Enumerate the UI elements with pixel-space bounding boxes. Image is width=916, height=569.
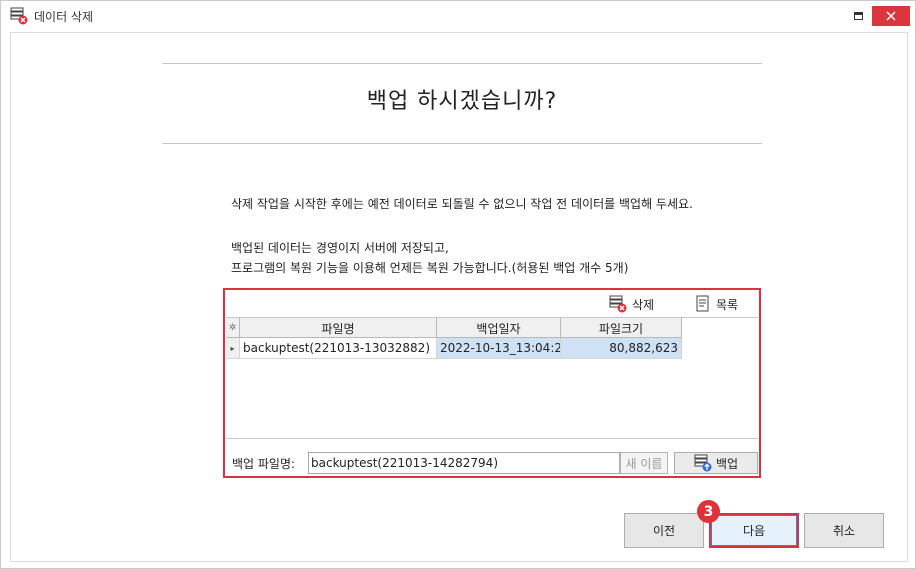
description-line-3: 프로그램의 복원 기능을 이용해 언제든 복원 가능합니다.(허용된 백업 개수… bbox=[231, 261, 629, 275]
dialog-window: 데이터 삭제 백업 하시겠습니까? 삭제 작업을 시작한 후에는 예전 데이터로… bbox=[0, 0, 916, 569]
backup-filename-label: 백업 파일명: bbox=[232, 457, 296, 471]
table-row[interactable]: ▸ backuptest(221013-13032882) 2022-10-13… bbox=[226, 338, 682, 359]
cancel-button[interactable]: 취소 bbox=[804, 513, 884, 548]
minimize-button[interactable] bbox=[847, 6, 869, 26]
list-document-icon bbox=[696, 295, 709, 312]
backup-button[interactable]: 백업 bbox=[674, 452, 758, 474]
cell-date[interactable]: 2022-10-13_13:04:29 bbox=[437, 338, 561, 358]
database-delete-icon bbox=[10, 7, 28, 25]
grid-corner: ✲ bbox=[226, 318, 240, 338]
database-upload-icon bbox=[694, 454, 712, 472]
backup-filename-input[interactable] bbox=[308, 452, 620, 474]
next-button-label: 다음 bbox=[711, 515, 797, 546]
row-indicator: ▸ bbox=[226, 338, 240, 358]
backup-list-button[interactable]: 목록 bbox=[695, 293, 738, 315]
next-button[interactable]: 다음 bbox=[709, 513, 799, 548]
divider-top bbox=[162, 63, 762, 64]
step-badge: 3 bbox=[697, 500, 720, 523]
minimize-icon bbox=[853, 12, 863, 20]
title-bar: 데이터 삭제 bbox=[1, 1, 915, 32]
column-header-date[interactable]: 백업일자 bbox=[437, 318, 561, 338]
new-name-button[interactable]: 새 이름 bbox=[620, 452, 668, 474]
grid-header: ✲ 파일명 백업일자 파일크기 bbox=[226, 318, 682, 338]
close-button[interactable] bbox=[872, 6, 910, 26]
database-delete-icon bbox=[609, 295, 627, 313]
dialog-content: 백업 하시겠습니까? 삭제 작업을 시작한 후에는 예전 데이터로 되돌릴 수 … bbox=[10, 32, 908, 562]
page-title: 백업 하시겠습니까? bbox=[366, 89, 558, 114]
column-header-size[interactable]: 파일크기 bbox=[561, 318, 682, 338]
close-icon bbox=[886, 11, 896, 21]
cell-size[interactable]: 80,882,623 bbox=[561, 338, 682, 358]
column-header-filename[interactable]: 파일명 bbox=[240, 318, 437, 338]
description-line-1: 삭제 작업을 시작한 후에는 예전 데이터로 되돌릴 수 없으니 작업 전 데이… bbox=[231, 197, 693, 211]
delete-backup-button[interactable]: 삭제 bbox=[609, 293, 654, 315]
prev-button[interactable]: 이전 bbox=[624, 513, 704, 548]
backup-grid[interactable]: ✲ 파일명 백업일자 파일크기 ▸ backuptest(221013-1303… bbox=[226, 317, 758, 439]
description-line-2: 백업된 데이터는 경영이지 서버에 저장되고, bbox=[231, 241, 449, 255]
divider-bottom bbox=[162, 143, 762, 144]
backup-list-label: 목록 bbox=[716, 297, 739, 312]
backup-filename-bar: 백업 파일명: 새 이름 백업 bbox=[226, 452, 758, 474]
window-title: 데이터 삭제 bbox=[34, 10, 94, 24]
backup-panel: 삭제 목록 ✲ 파일명 백업일자 파일크기 ▸ backuptest(22101… bbox=[223, 288, 761, 478]
cell-filename[interactable]: backuptest(221013-13032882) bbox=[240, 338, 437, 358]
delete-backup-label: 삭제 bbox=[632, 297, 655, 312]
backup-button-label: 백업 bbox=[715, 456, 739, 471]
